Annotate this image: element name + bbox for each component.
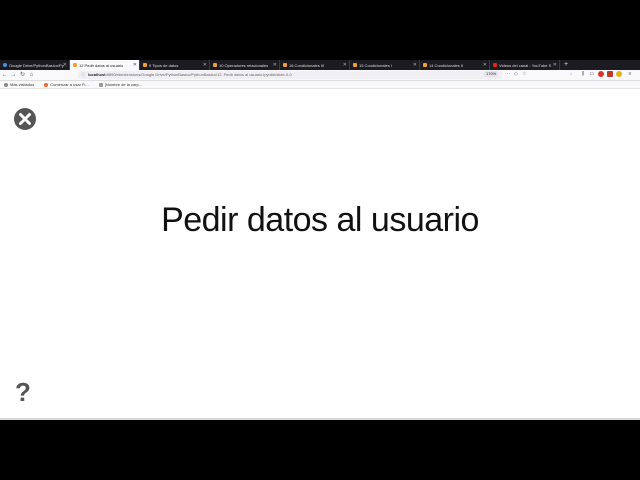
navigation-toolbar: ← → ↻ ⌂ ⓘ localhost:8890/nbextensions/Go… [0, 70, 640, 81]
close-tab-icon[interactable]: ✕ [483, 62, 487, 68]
downloads-icon[interactable]: ↓ [568, 71, 574, 77]
page-icon [3, 63, 7, 67]
tab-pedir-datos[interactable]: 12 Pedir datos al usuario ✕ [70, 60, 140, 70]
back-icon[interactable]: ← [0, 70, 9, 81]
extension-icon[interactable] [607, 71, 613, 77]
close-tab-icon[interactable]: ✕ [413, 62, 417, 68]
bookmark-mas-visitados[interactable]: Más visitados [4, 82, 34, 87]
tab-label: 15 Condicionales I [359, 62, 392, 68]
close-tab-icon[interactable]: ✕ [273, 62, 277, 68]
tab-youtube[interactable]: Videos del canal - YouTube S ✕ [490, 60, 560, 70]
slide-title: Pedir datos al usuario [161, 201, 479, 239]
jupyter-icon [73, 63, 77, 67]
library-icon[interactable]: ⫼ [580, 71, 586, 77]
tab-label: 16 Condicionales III [289, 62, 325, 68]
extension-icon[interactable] [616, 71, 622, 77]
bookmark-label: [Nombre de la carp... [104, 82, 143, 87]
jupyter-icon [213, 63, 217, 67]
info-icon[interactable]: ⓘ [81, 71, 85, 79]
bookmark-comenzar[interactable]: Comenzar a usar Fi... [44, 82, 89, 87]
tab-google-drive[interactable]: Google Drive/PythonBasico/Py ✕ [0, 60, 70, 70]
gear-icon [4, 82, 8, 87]
extension-icon[interactable] [598, 71, 604, 77]
url-bar[interactable]: ⓘ localhost:8890/nbextensions/Google Dri… [78, 71, 502, 79]
help-icon[interactable]: ? [15, 378, 31, 406]
close-slideshow-icon[interactable] [13, 107, 37, 131]
close-tab-icon[interactable]: ✕ [553, 62, 557, 68]
pocket-icon[interactable]: ◇ [514, 70, 518, 78]
tab-label: Videos del canal - YouTube S [499, 62, 552, 68]
bookmarks-toolbar: Más visitados Comenzar a usar Fi... [Nom… [0, 81, 640, 89]
close-tab-icon[interactable]: ✕ [133, 62, 137, 68]
browser-window: Google Drive/PythonBasico/Py ✕ 12 Pedir … [0, 60, 640, 420]
reload-icon[interactable]: ↻ [18, 70, 27, 81]
tab-condicionales-ii[interactable]: 14 Condicionales II ✕ [420, 60, 490, 70]
zoom-level[interactable]: 170% [484, 71, 499, 77]
close-tab-icon[interactable]: ✕ [343, 62, 347, 68]
more-icon[interactable]: ··· [505, 70, 510, 78]
folder-icon [98, 82, 103, 87]
close-tab-icon[interactable]: ✕ [203, 62, 207, 68]
jupyter-icon [143, 63, 147, 67]
new-tab-button[interactable]: + [560, 60, 568, 70]
jupyter-icon [353, 63, 357, 67]
firefox-icon [44, 82, 49, 87]
url-host: localhost [88, 72, 106, 77]
tab-tipos-de-datos[interactable]: 9 Tipos de datos ✕ [140, 60, 210, 70]
tab-operadores[interactable]: 10 Operadores relacionales ✕ [210, 60, 280, 70]
home-icon[interactable]: ⌂ [27, 70, 36, 81]
youtube-icon [493, 63, 497, 67]
sidebar-icon[interactable]: ▭ [589, 71, 595, 77]
menu-icon[interactable]: ≡ [627, 71, 633, 77]
url-path: :8890/nbextensions/Google Drive/PythonBa… [105, 72, 292, 77]
tab-bar: Google Drive/PythonBasico/Py ✕ 12 Pedir … [0, 60, 640, 70]
bookmark-label: Comenzar a usar Fi... [50, 82, 89, 87]
bookmark-label: Más visitados [10, 82, 35, 87]
tab-label: 9 Tipos de datos [149, 62, 179, 68]
progress-bar [0, 418, 640, 420]
bookmark-star-icon[interactable]: ☆ [522, 70, 526, 78]
tab-label: 14 Condicionales II [429, 62, 464, 68]
forward-icon[interactable]: → [9, 70, 18, 81]
jupyter-icon [423, 63, 427, 67]
tab-label: Google Drive/PythonBasico/Py [9, 62, 64, 68]
tab-condicionales-iii[interactable]: 16 Condicionales III ✕ [280, 60, 350, 70]
jupyter-icon [283, 63, 287, 67]
tab-label: 12 Pedir datos al usuario [79, 62, 124, 68]
tab-label: 10 Operadores relacionales [219, 62, 269, 68]
tab-condicionales-i[interactable]: 15 Condicionales I ✕ [350, 60, 420, 70]
bookmark-folder[interactable]: [Nombre de la carp... [98, 82, 143, 87]
close-tab-icon[interactable]: ✕ [63, 62, 67, 68]
